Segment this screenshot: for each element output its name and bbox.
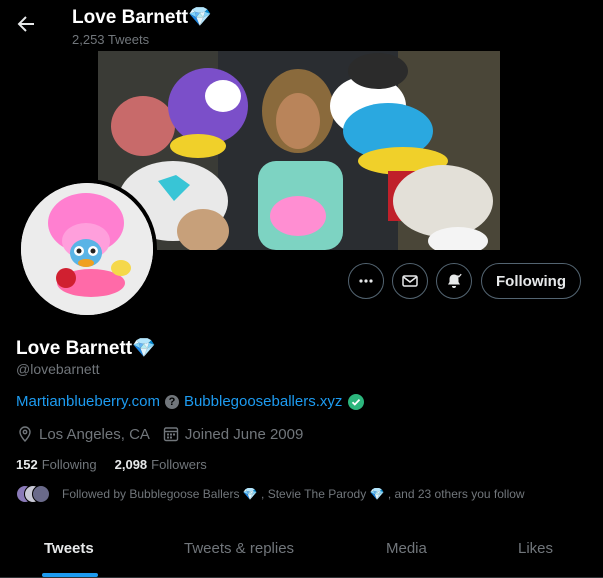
secondary-link[interactable]: Bubblegooseballers.xyz <box>184 393 342 410</box>
more-icon <box>359 279 373 283</box>
website-link[interactable]: Martianblueberry.com <box>16 393 160 410</box>
tab-tweets-replies[interactable]: Tweets & replies <box>184 540 294 557</box>
bell-check-icon <box>448 273 462 288</box>
follow-stats: 152 Following 2,098 Followers <box>16 457 207 472</box>
followed-by-text: Followed by Bubblegoose Ballers 💎 , Stev… <box>62 487 525 501</box>
notifications-button[interactable] <box>436 263 472 299</box>
top-bar: Love Barnett💎 2,253 Tweets <box>0 0 603 50</box>
verified-check-icon <box>348 393 365 410</box>
profile-links: Martianblueberry.com ? Bubblegooseballer… <box>16 393 365 410</box>
followed-by[interactable]: Followed by Bubblegoose Ballers 💎 , Stev… <box>16 485 525 503</box>
follower-avatars <box>16 485 52 503</box>
followers-stat[interactable]: 2,098 Followers <box>115 457 207 472</box>
profile-name: Love Barnett💎 <box>16 338 156 359</box>
more-options-button[interactable] <box>348 263 384 299</box>
following-button[interactable]: Following <box>481 263 581 299</box>
tab-tweets[interactable]: Tweets <box>44 540 94 557</box>
tweet-count: 2,253 Tweets <box>72 32 150 47</box>
follower-avatar <box>32 485 50 503</box>
profile-avatar[interactable] <box>17 179 157 319</box>
location-text: Los Angeles, CA <box>39 425 150 443</box>
header-title: Love Barnett💎 <box>72 7 212 28</box>
profile-banner[interactable] <box>98 51 500 250</box>
following-stat[interactable]: 152 Following <box>16 457 97 472</box>
active-tab-indicator <box>42 573 98 577</box>
tab-media[interactable]: Media <box>386 540 427 557</box>
profile-handle: @lovebarnett <box>16 361 100 377</box>
calendar-icon <box>163 427 179 442</box>
location-pin-icon <box>19 426 31 443</box>
tab-likes[interactable]: Likes <box>518 540 553 557</box>
message-button[interactable] <box>392 263 428 299</box>
profile-meta: Los Angeles, CA Joined June 2009 <box>16 425 303 443</box>
envelope-icon <box>402 275 418 287</box>
question-icon: ? <box>164 394 179 409</box>
profile-tabs: Tweets Tweets & replies Media Likes <box>0 524 603 578</box>
back-arrow-icon[interactable] <box>14 12 38 36</box>
joined-text: Joined June 2009 <box>184 425 304 443</box>
